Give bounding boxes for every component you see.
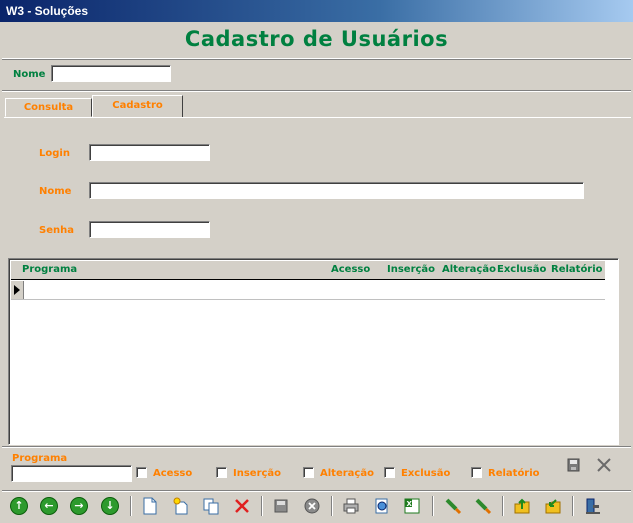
login-label: Login	[39, 148, 70, 159]
senha-label: Senha	[39, 225, 74, 236]
export-folder-icon[interactable]	[511, 495, 533, 517]
last-record-icon[interactable]: ↓	[99, 495, 121, 517]
relatorio-checkbox[interactable]	[471, 467, 482, 478]
grid-col-alteracao[interactable]: Alteração	[442, 264, 496, 275]
tab-cadastro[interactable]: Cadastro	[92, 95, 183, 118]
first-record-icon[interactable]: ↑	[8, 495, 30, 517]
toolbar-separator	[572, 496, 574, 516]
grid-col-exclusao[interactable]: Exclusão	[497, 264, 546, 275]
nome-input[interactable]	[89, 182, 584, 199]
window-title: W3 - Soluções	[6, 4, 89, 18]
excel-icon[interactable]: X	[401, 495, 423, 517]
save-icon[interactable]	[270, 495, 292, 517]
senha-input[interactable]	[89, 221, 210, 238]
acesso-checkbox[interactable]	[136, 467, 147, 478]
svg-text:X: X	[407, 500, 413, 508]
toolbar-separator	[130, 496, 132, 516]
grid-col-insercao[interactable]: Inserção	[387, 264, 435, 275]
navigation-toolbar: ↑ ← → ↓ X	[2, 490, 631, 522]
exit-icon[interactable]	[582, 495, 604, 517]
window-title-bar: W3 - Soluções	[0, 0, 633, 22]
filter-nome-label: Nome	[13, 69, 46, 80]
pen-edit-icon[interactable]	[442, 495, 464, 517]
grid-col-acesso[interactable]: Acesso	[331, 264, 370, 275]
preview-icon[interactable]	[371, 495, 393, 517]
permissions-grid[interactable]: Programa Acesso Inserção Alteração Exclu…	[8, 258, 619, 445]
grid-col-relatorio[interactable]: Relatório	[551, 264, 603, 275]
nome-label: Nome	[39, 186, 72, 197]
row-indicator-icon	[11, 281, 24, 299]
editor-programa-label: Programa	[12, 453, 68, 464]
page-title: Cadastro de Usuários	[184, 27, 449, 51]
filter-nome-input[interactable]	[51, 65, 171, 82]
editor-programa-input[interactable]	[11, 465, 132, 482]
editor-save-icon[interactable]	[566, 457, 582, 473]
exclusao-checkbox-label: Exclusão	[401, 468, 451, 479]
print-icon[interactable]	[340, 495, 362, 517]
acesso-checkbox-label: Acesso	[153, 468, 193, 479]
alteracao-checkbox[interactable]	[303, 467, 314, 478]
previous-record-icon[interactable]: ←	[38, 495, 60, 517]
new-document-icon[interactable]	[139, 495, 161, 517]
editor-divider	[2, 446, 631, 448]
page-header: Cadastro de Usuários	[2, 22, 631, 59]
header-divider	[2, 90, 631, 92]
grid-header: Programa Acesso Inserção Alteração Exclu…	[11, 261, 605, 280]
copy-icon[interactable]	[200, 495, 222, 517]
relatorio-checkbox-label: Relatório	[488, 468, 540, 479]
toolbar-separator	[432, 496, 434, 516]
editor-close-icon[interactable]	[595, 456, 613, 474]
tab-consulta[interactable]: Consulta	[5, 98, 92, 117]
login-input[interactable]	[89, 144, 210, 161]
alteracao-checkbox-label: Alteração	[320, 468, 374, 479]
insercao-checkbox-label: Inserção	[233, 468, 282, 479]
cancel-icon[interactable]	[301, 495, 323, 517]
toolbar-separator	[502, 496, 504, 516]
import-folder-icon[interactable]	[542, 495, 564, 517]
toolbar-separator	[261, 496, 263, 516]
exclusao-checkbox[interactable]	[384, 467, 395, 478]
toolbar-separator	[331, 496, 333, 516]
grid-col-programa[interactable]: Programa	[22, 264, 77, 275]
delete-icon[interactable]	[231, 495, 253, 517]
insercao-checkbox[interactable]	[216, 467, 227, 478]
table-row[interactable]	[11, 281, 605, 300]
pen-clear-icon[interactable]	[472, 495, 494, 517]
next-record-icon[interactable]: →	[68, 495, 90, 517]
new-copy-icon[interactable]	[170, 495, 192, 517]
